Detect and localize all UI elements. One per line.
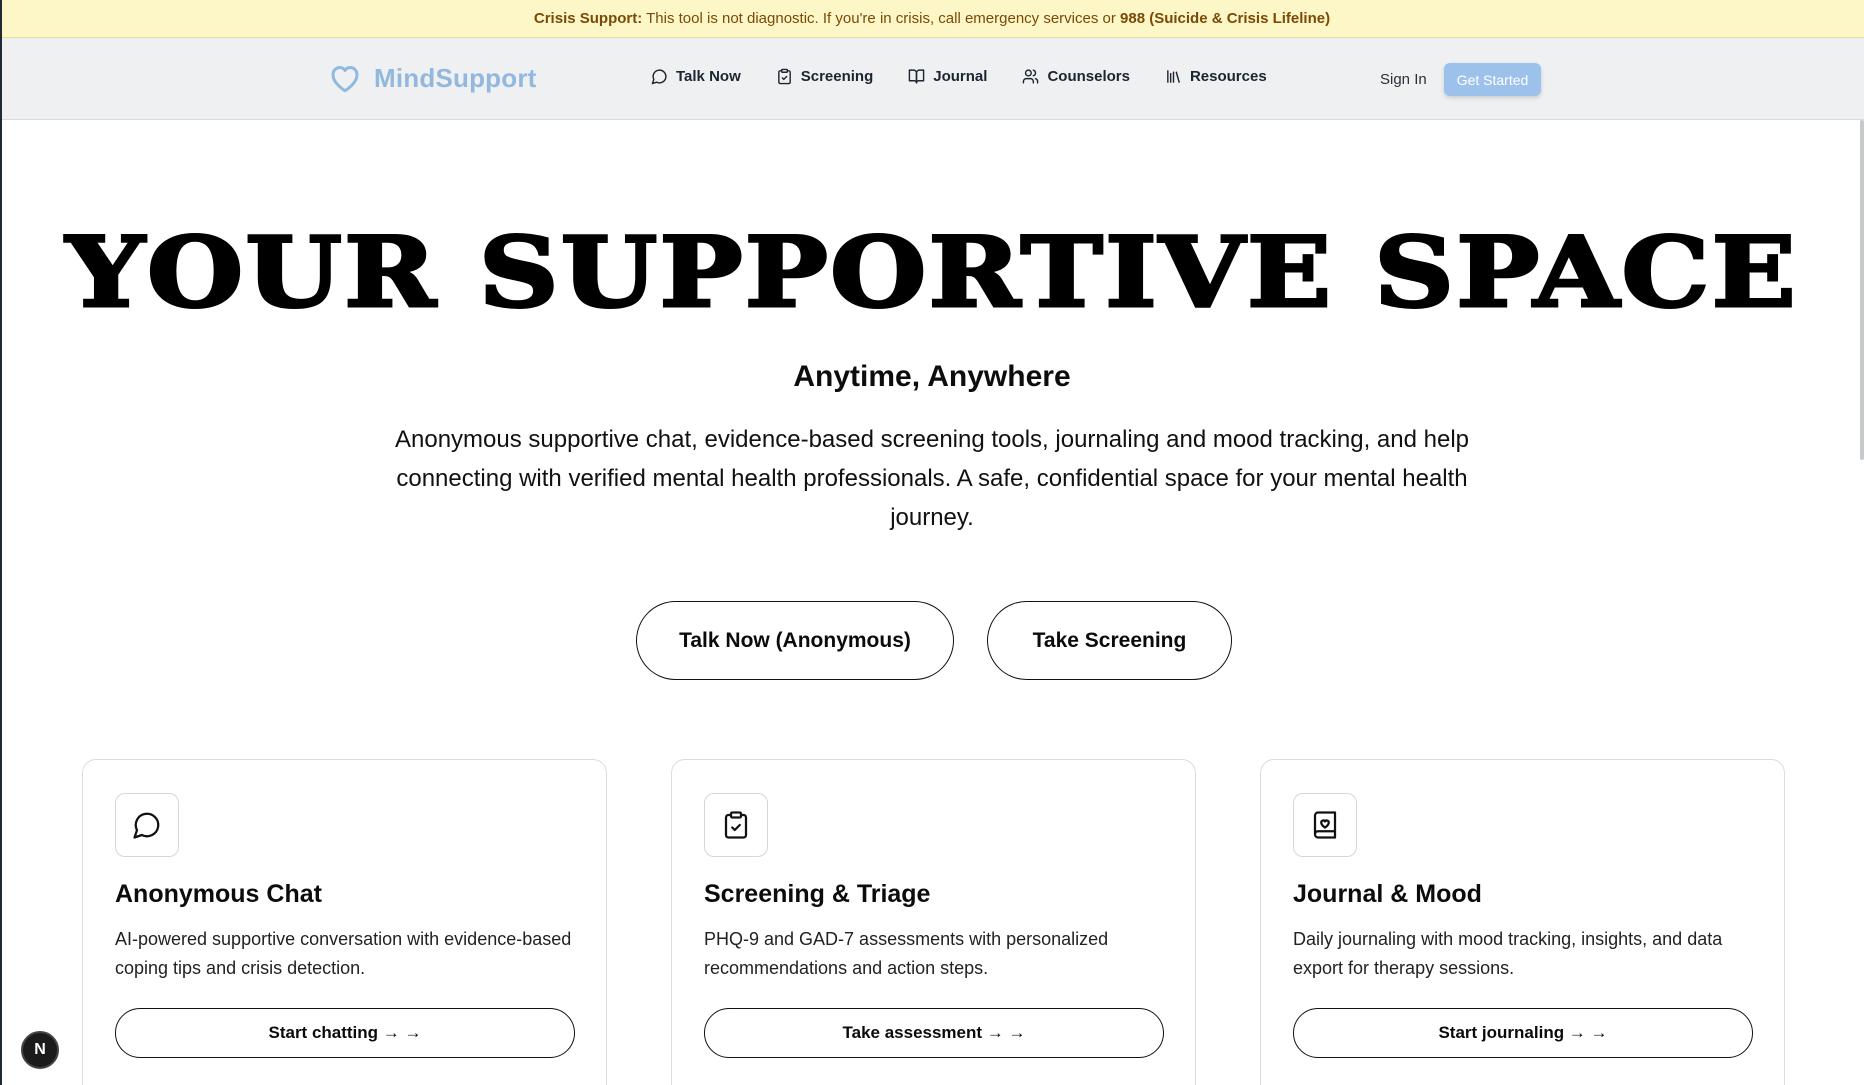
nav-resources[interactable]: Resources bbox=[1165, 68, 1267, 85]
nav-journal-label: Journal bbox=[933, 68, 988, 85]
library-icon bbox=[1167, 70, 1180, 83]
crisis-text: This tool is not diagnostic. If you're i… bbox=[642, 10, 1121, 27]
users-icon bbox=[1023, 69, 1039, 84]
take-screening-button[interactable]: Take Screening bbox=[987, 601, 1232, 680]
window-edge bbox=[0, 0, 2, 1085]
feature-card-journal: Journal & Mood Daily journaling with moo… bbox=[1260, 759, 1785, 1085]
hero-title: YOUR SUPPORTIVE SPACE bbox=[64, 216, 1799, 329]
nav-talk-now[interactable]: Talk Now bbox=[651, 68, 741, 85]
feature-card-chat: Anonymous Chat AI-powered supportive con… bbox=[82, 759, 607, 1085]
card-icon-box bbox=[115, 793, 179, 857]
top-navbar: MindSupport Talk Now Screening Journal C… bbox=[0, 38, 1864, 120]
feature-card-screening: Screening & Triage PHQ-9 and GAD-7 asses… bbox=[671, 759, 1196, 1085]
crisis-banner: Crisis Support: This tool is not diagnos… bbox=[0, 0, 1864, 38]
card-title: Screening & Triage bbox=[704, 880, 931, 908]
get-started-button[interactable]: Get Started bbox=[1444, 63, 1541, 96]
nav-counselors[interactable]: Counselors bbox=[1022, 68, 1130, 85]
chat-bubble-icon bbox=[133, 812, 160, 839]
brand-logo[interactable]: MindSupport bbox=[326, 60, 537, 96]
nav-counselors-label: Counselors bbox=[1047, 68, 1130, 85]
brand-name: MindSupport bbox=[374, 62, 537, 93]
nav-resources-label: Resources bbox=[1189, 68, 1267, 85]
card-title: Journal & Mood bbox=[1293, 880, 1482, 908]
heart-icon bbox=[331, 66, 359, 93]
card-description: AI-powered supportive conversation with … bbox=[115, 929, 572, 978]
card-icon-box bbox=[1293, 793, 1357, 857]
hero-description: Anonymous supportive chat, evidence-base… bbox=[395, 426, 1469, 531]
chat-bubble-icon bbox=[651, 69, 667, 85]
talk-now-anonymous-button[interactable]: Talk Now (Anonymous) bbox=[636, 601, 954, 680]
take-assessment-button[interactable]: Take assessment → → bbox=[704, 1008, 1164, 1058]
clipboard-check-icon bbox=[724, 811, 748, 839]
dev-tools-badge[interactable]: N bbox=[21, 1031, 59, 1069]
crisis-hotline[interactable]: 988 (Suicide & Crisis Lifeline) bbox=[1120, 10, 1330, 27]
start-chatting-button[interactable]: Start chatting → → bbox=[115, 1008, 575, 1058]
nav-journal[interactable]: Journal bbox=[908, 68, 987, 85]
card-description: Daily journaling with mood tracking, ins… bbox=[1293, 929, 1723, 978]
main-nav: Talk Now Screening Journal Counselors Re… bbox=[651, 68, 1302, 85]
nav-screening[interactable]: Screening bbox=[776, 68, 874, 85]
scrollbar-thumb[interactable] bbox=[1860, 120, 1864, 460]
crisis-label: Crisis Support: bbox=[533, 10, 643, 27]
card-description: PHQ-9 and GAD-7 assessments with persona… bbox=[704, 929, 1109, 978]
nav-talk-now-label: Talk Now bbox=[676, 68, 741, 85]
sign-in-link[interactable]: Sign In bbox=[1380, 71, 1427, 88]
start-journaling-button[interactable]: Start journaling → → bbox=[1293, 1008, 1753, 1058]
hero-subtitle: Anytime, Anywhere bbox=[793, 360, 1071, 393]
journal-heart-icon bbox=[1313, 811, 1337, 839]
book-open-icon bbox=[908, 69, 925, 84]
nav-screening-label: Screening bbox=[800, 68, 874, 85]
card-icon-box bbox=[704, 793, 768, 857]
clipboard-check-icon bbox=[777, 68, 791, 85]
card-title: Anonymous Chat bbox=[115, 880, 322, 908]
